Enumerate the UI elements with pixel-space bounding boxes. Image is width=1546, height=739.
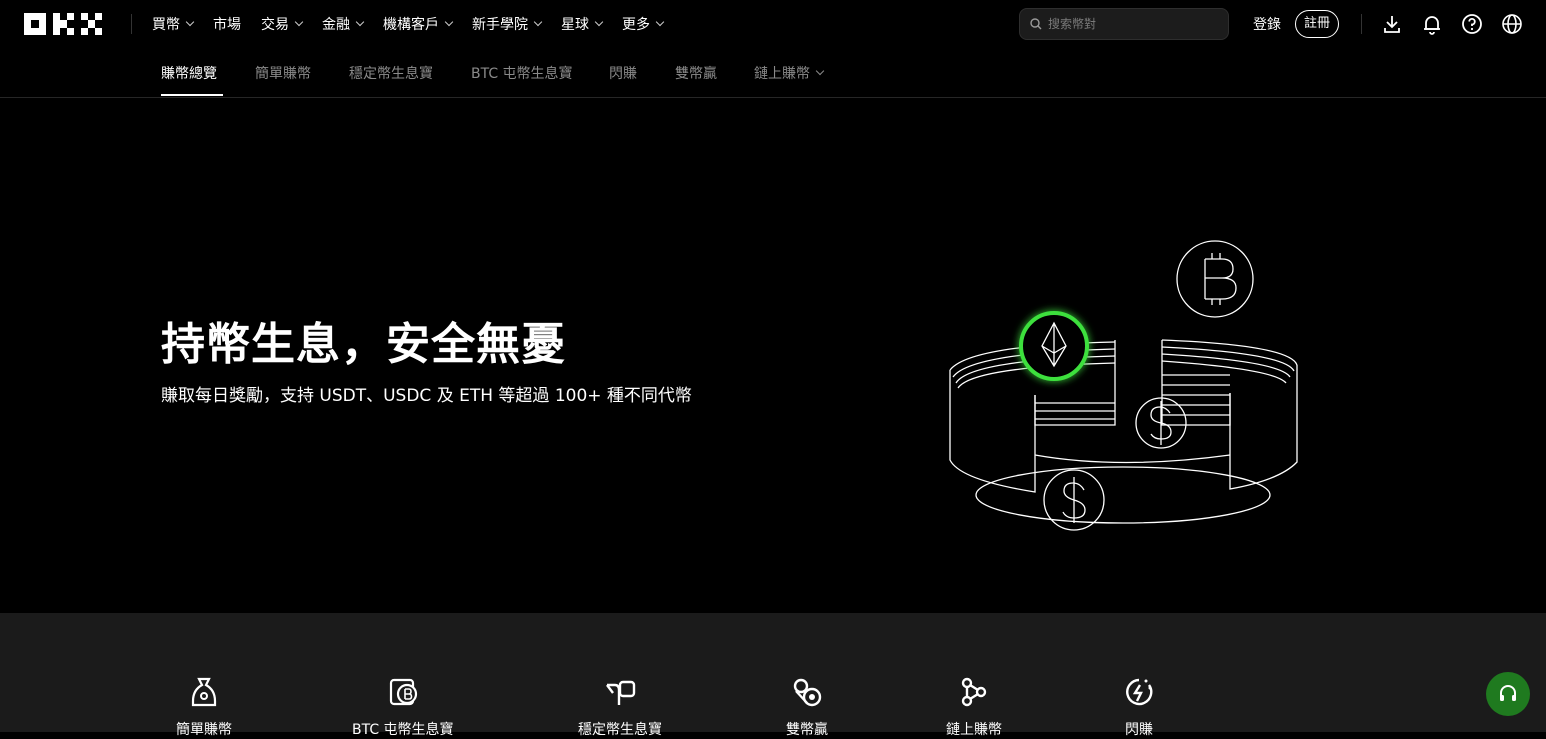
logo-divider xyxy=(131,14,132,34)
btc-vault-icon xyxy=(389,678,417,706)
nav-item-institutional[interactable]: 機構客戶 xyxy=(383,14,454,34)
login-link[interactable]: 登錄 xyxy=(1253,14,1281,34)
help-icon[interactable] xyxy=(1461,13,1483,35)
onchain-icon xyxy=(961,677,987,707)
stable-coin-icon xyxy=(606,680,636,705)
nav-item-planet[interactable]: 星球 xyxy=(561,14,604,34)
nav-item-academy[interactable]: 新手學院 xyxy=(472,14,543,34)
search-box[interactable] xyxy=(1019,8,1229,40)
tab-stablecoin-earn[interactable]: 穩定幣生息寶 xyxy=(349,63,433,83)
top-bar: 買幣 市場 交易 金融 機構客戶 新手學院 星球 更多 登錄 註冊 xyxy=(0,0,1546,48)
tab-flash-earn[interactable]: 閃賺 xyxy=(609,63,637,83)
tab-btc-earn[interactable]: BTC 屯幣生息寶 xyxy=(471,63,573,83)
chevron-down-icon xyxy=(294,17,304,27)
product-btc-earn[interactable]: BTC 屯幣生息寶 xyxy=(352,675,454,739)
products-strip: 簡單賺幣 BTC 屯幣生息寶 穩定幣生息寶 雙幣贏 鏈上賺幣 閃賺 xyxy=(0,613,1546,738)
tab-earn-overview[interactable]: 賺幣總覽 xyxy=(161,63,217,83)
product-stablecoin-earn[interactable]: 穩定幣生息寶 xyxy=(578,675,662,739)
earn-illustration xyxy=(949,240,1298,531)
tab-onchain-earn[interactable]: 鏈上賺幣 xyxy=(754,63,825,83)
sub-nav: 賺幣總覽 簡單賺幣 穩定幣生息寶 BTC 屯幣生息寶 閃賺 雙幣贏 鏈上賺幣 xyxy=(0,48,1546,98)
active-tab-indicator xyxy=(161,94,223,96)
nav-item-market[interactable]: 市場 xyxy=(213,14,241,34)
hero-title: 持幣生息，安全無憂 xyxy=(161,319,566,370)
search-input[interactable] xyxy=(1048,17,1218,31)
nav-item-more[interactable]: 更多 xyxy=(622,14,665,34)
chevron-down-icon xyxy=(655,17,665,27)
chevron-down-icon xyxy=(444,17,454,27)
toolbar-divider xyxy=(1361,14,1362,34)
chevron-down-icon xyxy=(594,17,604,27)
nav-item-finance[interactable]: 金融 xyxy=(322,14,365,34)
chevron-down-icon xyxy=(185,17,195,27)
money-bag-icon xyxy=(191,677,217,707)
nav-item-buy[interactable]: 買幣 xyxy=(152,14,195,34)
headset-icon xyxy=(1500,685,1516,701)
chevron-down-icon xyxy=(533,17,543,27)
tab-simple-earn[interactable]: 簡單賺幣 xyxy=(255,63,311,83)
chevron-down-icon xyxy=(815,66,825,76)
download-icon[interactable] xyxy=(1381,13,1403,35)
product-dual-investment[interactable]: 雙幣贏 xyxy=(786,675,828,739)
search-icon xyxy=(1030,18,1042,30)
okx-logo[interactable] xyxy=(24,13,104,35)
flash-icon xyxy=(1126,678,1153,706)
signup-button[interactable]: 註冊 xyxy=(1295,10,1340,38)
dual-coin-icon xyxy=(793,678,822,707)
tab-dual-investment[interactable]: 雙幣贏 xyxy=(675,63,717,83)
nav-item-trade[interactable]: 交易 xyxy=(261,14,304,34)
chevron-down-icon xyxy=(355,17,365,27)
product-onchain-earn[interactable]: 鏈上賺幣 xyxy=(946,675,1002,739)
product-simple-earn[interactable]: 簡單賺幣 xyxy=(176,675,232,739)
support-chat-button[interactable] xyxy=(1486,672,1530,716)
main-nav: 買幣 市場 交易 金融 機構客戶 新手學院 星球 更多 xyxy=(152,0,683,48)
product-flash-earn[interactable]: 閃賺 xyxy=(1122,675,1156,739)
globe-icon[interactable] xyxy=(1501,13,1523,35)
hero-subtitle: 賺取每日獎勵，支持 USDT、USDC 及 ETH 等超過 100+ 種不同代幣 xyxy=(161,386,692,406)
bell-icon[interactable] xyxy=(1421,13,1443,35)
